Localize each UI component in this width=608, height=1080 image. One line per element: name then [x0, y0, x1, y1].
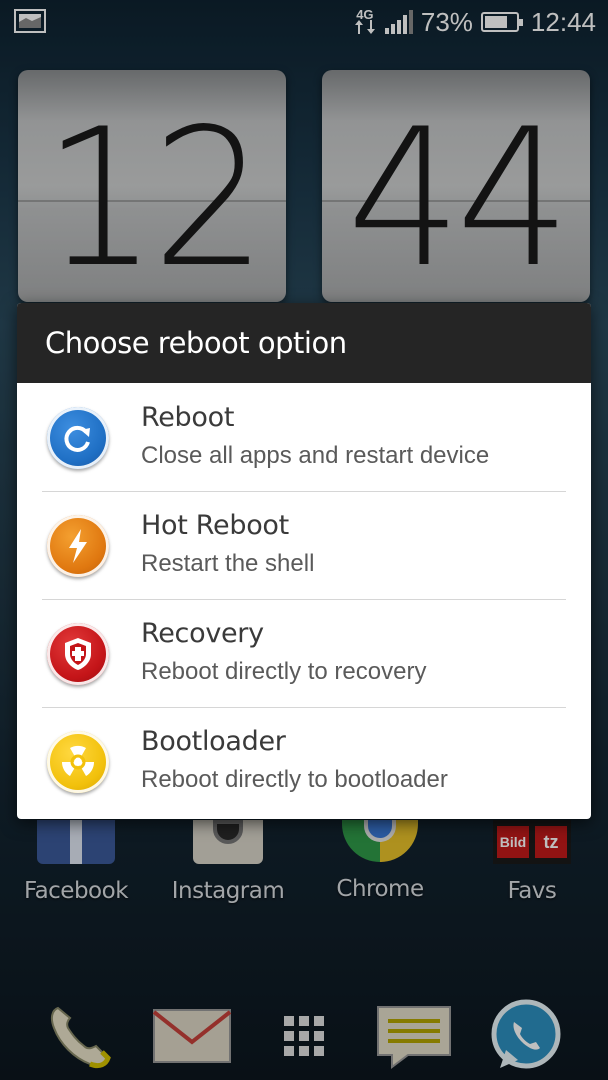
option-subtitle: Reboot directly to bootloader: [141, 766, 448, 793]
option-title: Recovery: [141, 618, 264, 649]
option-reboot[interactable]: Reboot Close all apps and restart device: [17, 383, 591, 491]
option-title: Reboot: [141, 402, 235, 433]
lightning-icon: [47, 515, 109, 577]
reboot-dialog: Choose reboot option Reboot Close all ap…: [17, 303, 591, 819]
option-subtitle: Close all apps and restart device: [141, 442, 490, 469]
shield-icon: [47, 623, 109, 685]
option-title: Bootloader: [141, 726, 286, 757]
option-hot-reboot[interactable]: Hot Reboot Restart the shell: [17, 491, 591, 599]
option-subtitle: Reboot directly to recovery: [141, 658, 427, 685]
option-recovery[interactable]: Recovery Reboot directly to recovery: [17, 599, 591, 707]
option-bootloader[interactable]: Bootloader Reboot directly to bootloader: [17, 707, 591, 815]
option-title: Hot Reboot: [141, 510, 289, 541]
option-subtitle: Restart the shell: [141, 550, 315, 577]
radiation-icon: [47, 731, 109, 793]
refresh-icon: [47, 407, 109, 469]
dialog-title: Choose reboot option: [17, 303, 591, 383]
